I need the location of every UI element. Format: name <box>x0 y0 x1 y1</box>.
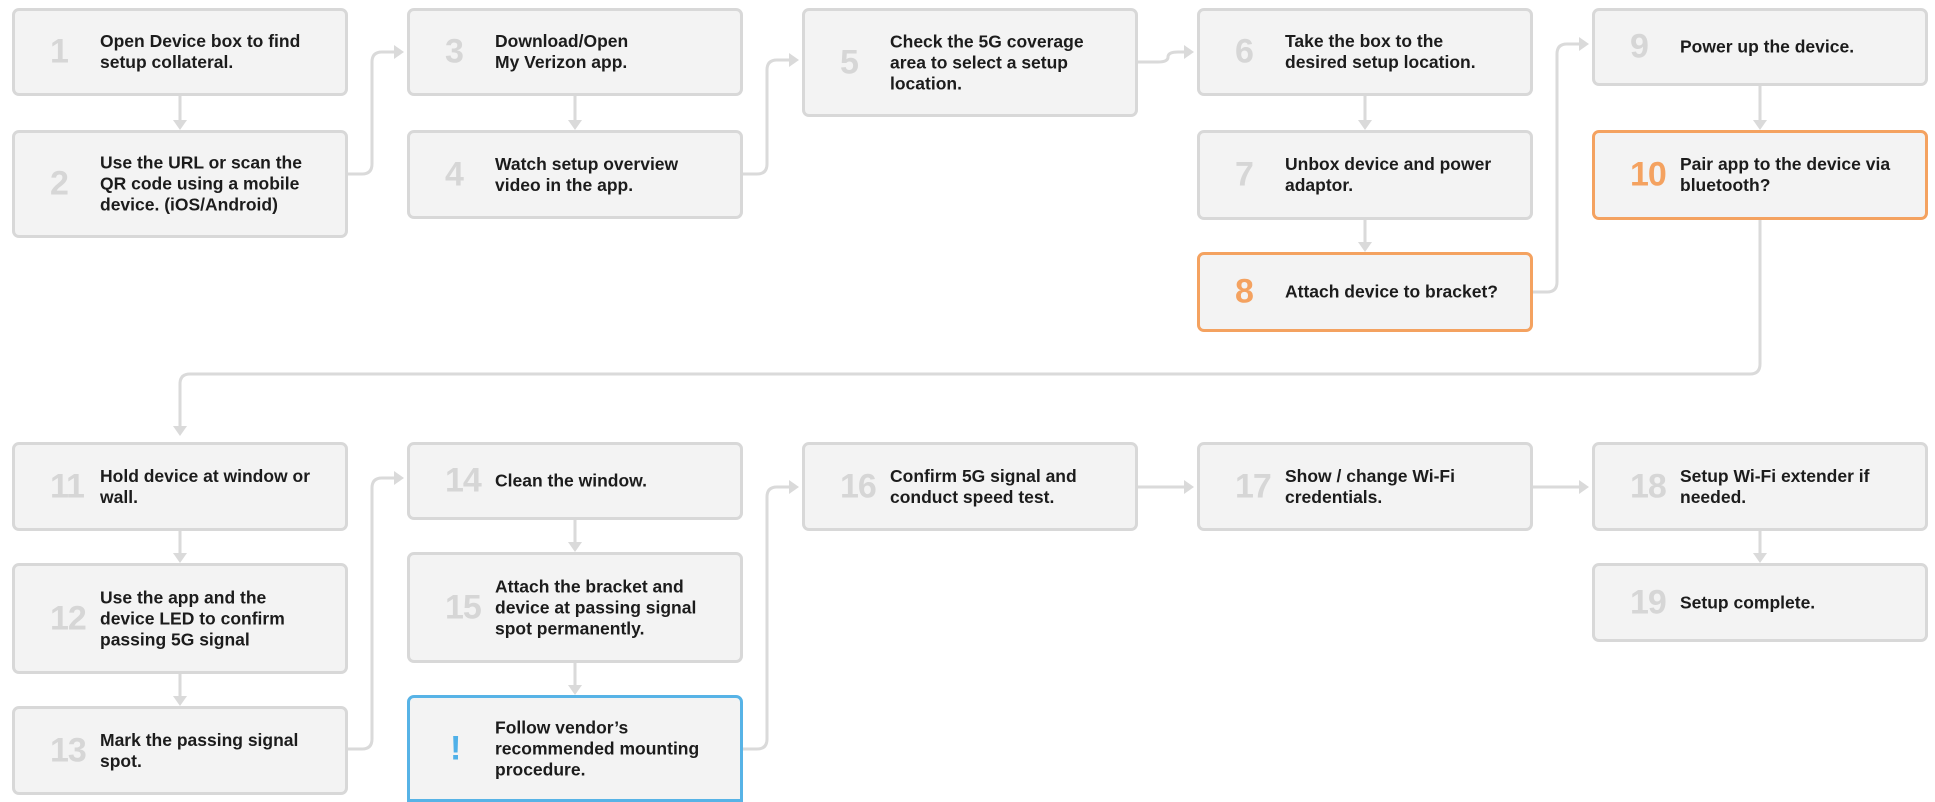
step-number: 10 <box>1630 155 1667 194</box>
arrowhead <box>1579 480 1589 494</box>
arrowhead <box>1184 480 1194 494</box>
step-2-box: 2 Use the URL or scan the QR code using … <box>12 130 348 238</box>
step-text: Show / change Wi-Fi credentials. <box>1285 465 1455 507</box>
step-text: Use the URL or scan the QR code using a … <box>100 152 302 215</box>
step-7-box: 7 Unbox device and power adaptor. <box>1197 130 1533 220</box>
step-text: Setup Wi-Fi extender if needed. <box>1680 465 1870 507</box>
step-8-box-decision: 8 Attach device to bracket? <box>1197 252 1533 332</box>
step-17-box: 17 Show / change Wi-Fi credentials. <box>1197 442 1533 531</box>
step-4-box: 4 Watch setup overview video in the app. <box>407 130 743 219</box>
step-text: Clean the window. <box>495 470 647 491</box>
connector-4-5 <box>743 58 791 176</box>
step-text: Attach device to bracket? <box>1285 281 1498 302</box>
step-9-box: 9 Power up the device. <box>1592 8 1928 86</box>
arrowhead <box>1753 120 1767 130</box>
arrowhead <box>1579 37 1589 51</box>
step-6-box: 6 Take the box to the desired setup loca… <box>1197 8 1533 96</box>
step-1-box: 1 Open Device box to find setup collater… <box>12 8 348 96</box>
step-number: 7 <box>1235 155 1254 194</box>
step-15-box: 15 Attach the bracket and device at pass… <box>407 552 743 663</box>
arrowhead <box>789 53 799 67</box>
step-number: 17 <box>1235 467 1272 505</box>
step-text: Unbox device and power adaptor. <box>1285 154 1492 195</box>
step-number: 1 <box>50 32 69 71</box>
arrowhead <box>394 45 404 59</box>
connector-8-9 <box>1533 42 1581 294</box>
arrowhead <box>568 685 582 695</box>
arrowhead <box>568 120 582 130</box>
arrowhead <box>568 542 582 552</box>
step-number: 19 <box>1630 583 1667 621</box>
step-16-box: 16 Confirm 5G signal and conduct speed t… <box>802 442 1138 531</box>
step-11-box: 11 Hold device at window or wall. <box>12 442 348 531</box>
step-10-box-decision: 10 Pair app to the device via bluetooth? <box>1592 130 1928 220</box>
step-number: 14 <box>445 461 482 500</box>
step-text: Confirm 5G signal and conduct speed test… <box>890 465 1077 507</box>
step-text: Download/Open My Verizon app. <box>495 31 629 72</box>
arrowhead <box>173 426 187 436</box>
connector-13-14 <box>348 476 396 751</box>
step-text: Setup complete. <box>1680 592 1816 612</box>
step-12-box: 12 Use the app and the device LED to con… <box>12 563 348 674</box>
step-number: 5 <box>840 43 859 81</box>
step-text: Take the box to the desired setup locati… <box>1285 31 1476 72</box>
step-19-box: 19 Setup complete. <box>1592 563 1928 642</box>
flow-connectors <box>173 37 1767 751</box>
step-number: 3 <box>445 32 464 71</box>
step-18-box: 18 Setup Wi-Fi extender if needed. <box>1592 442 1928 531</box>
step-text: Use the app and the device LED to confir… <box>100 587 285 649</box>
arrowhead <box>173 553 187 563</box>
step-number: 13 <box>50 731 87 769</box>
step-number: 2 <box>50 164 69 203</box>
step-number: 4 <box>445 155 464 193</box>
step-14-box: 14 Clean the window. <box>407 442 743 520</box>
arrowhead <box>394 471 404 485</box>
arrowhead <box>789 480 799 494</box>
step-number: 6 <box>1235 32 1254 71</box>
step-text: Mark the passing signal spot. <box>100 729 299 771</box>
arrowhead <box>1753 553 1767 563</box>
step-text: Check the 5G coverage area to select a s… <box>890 31 1084 93</box>
connector-2-3 <box>348 50 396 176</box>
exclamation-icon: ! <box>450 729 461 767</box>
step-number: 15 <box>445 588 482 626</box>
arrowhead <box>1358 242 1372 252</box>
step-5-box: 5 Check the 5G coverage area to select a… <box>802 8 1138 117</box>
step-number: 11 <box>50 467 85 505</box>
step-text: Pair app to the device via bluetooth? <box>1680 154 1891 195</box>
connector-5-6 <box>1138 50 1186 64</box>
step-number: 9 <box>1630 27 1649 66</box>
arrowhead <box>1184 45 1194 59</box>
step-number: 18 <box>1630 467 1667 505</box>
step-3-box: 3 Download/Open My Verizon app. <box>407 8 743 96</box>
step-text: Watch setup overview video in the app. <box>495 153 679 195</box>
connector-notice-16 <box>743 485 791 751</box>
step-number: 16 <box>840 467 877 505</box>
step-text: Attach the bracket and device at passing… <box>495 576 697 638</box>
step-number: 8 <box>1235 272 1254 311</box>
step-text: Follow vendor’s recommended mounting pro… <box>495 717 700 779</box>
step-text: Power up the device. <box>1680 36 1855 57</box>
arrowhead <box>1358 120 1372 130</box>
step-13-box: 13 Mark the passing signal spot. <box>12 706 348 795</box>
vendor-notice-box: ! Follow vendor’s recommended mounting p… <box>407 695 743 802</box>
arrowhead <box>173 120 187 130</box>
step-number: 12 <box>50 599 87 637</box>
step-text: Open Device box to find setup collateral… <box>100 31 301 72</box>
step-text: Hold device at window or wall. <box>100 465 311 507</box>
arrowhead <box>173 696 187 706</box>
